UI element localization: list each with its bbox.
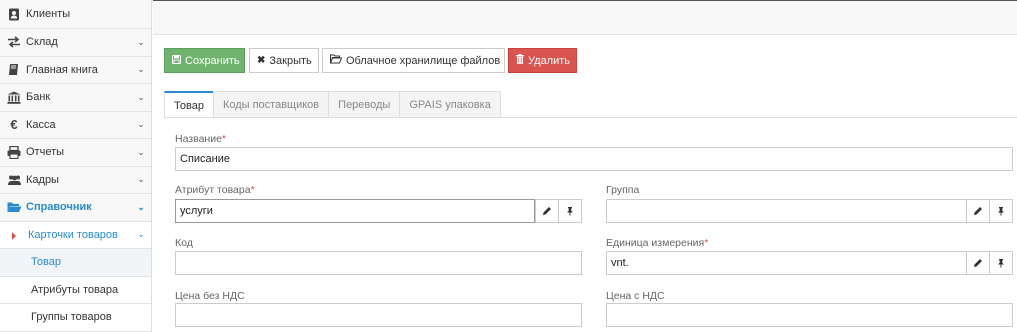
sidebar-item-label: Кадры [26, 173, 59, 186]
group-edit-button[interactable] [966, 199, 990, 223]
unit-pin-button[interactable] [989, 251, 1013, 275]
price-vat-input[interactable] [606, 303, 1013, 327]
sidebar-item-bank[interactable]: Банк ⌄ [0, 84, 151, 112]
folder-open-icon [6, 200, 22, 214]
pin-icon [567, 207, 573, 216]
sidebar-item-product[interactable]: Товар [0, 249, 151, 277]
sidebar-item-product-cards[interactable]: Карточки товаров ⌄ [0, 221, 151, 249]
book-icon [6, 63, 22, 77]
sidebar-item-clients[interactable]: Клиенты [0, 0, 151, 29]
group-pin-button[interactable] [989, 199, 1013, 223]
chevron-down-icon: ⌄ [137, 64, 145, 75]
code-input[interactable] [175, 251, 582, 275]
sidebar-item-directory[interactable]: Справочник ⌄ [0, 194, 151, 222]
pin-icon [998, 259, 1004, 268]
caret-right-icon [12, 231, 16, 240]
price-net-input[interactable] [175, 303, 582, 327]
sidebar-item-label: Склад [26, 36, 58, 49]
sidebar-item-label: Отчеты [26, 146, 65, 159]
attribute-edit-button[interactable] [535, 199, 559, 223]
tab-translations[interactable]: Переводы [328, 91, 401, 118]
attribute-label: Атрибут товара* [175, 184, 255, 196]
close-button-label: Закрыть [269, 54, 312, 67]
exchange-icon [6, 35, 22, 49]
sidebar-item-label: Банк [26, 91, 51, 104]
sidebar-item-label: Карточки товаров [28, 228, 118, 241]
unit-input[interactable]: vnt. [606, 251, 967, 275]
trash-icon [516, 54, 524, 67]
chevron-down-icon: ⌄ [137, 201, 145, 212]
chevron-down-icon: ⌄ [137, 36, 145, 47]
euro-icon: € [10, 117, 18, 133]
sidebar-item-ledger[interactable]: Главная книга ⌄ [0, 57, 151, 84]
name-input[interactable]: Списание [175, 147, 1013, 171]
delete-button[interactable]: Удалить [508, 48, 577, 73]
chevron-down-icon: ⌄ [137, 91, 145, 102]
bank-icon [6, 90, 22, 104]
pin-icon [998, 207, 1004, 216]
chevron-down-icon: ⌄ [137, 119, 145, 130]
close-button[interactable]: ✖ Закрыть [249, 48, 319, 73]
sidebar-item-label: Клиенты [26, 8, 71, 20]
delete-button-label: Удалить [528, 54, 570, 67]
printer-icon [6, 145, 22, 159]
sidebar-item-warehouse[interactable]: Склад ⌄ [0, 29, 151, 57]
code-label: Код [175, 237, 193, 249]
chevron-down-icon: ⌄ [137, 146, 145, 157]
cloud-storage-button-label: Облачное хранилище файлов [346, 54, 501, 67]
price-net-label: Цена без НДС [175, 290, 245, 302]
floppy-disk-icon [172, 54, 181, 67]
save-button[interactable]: Сохранить [164, 48, 245, 73]
chevron-down-icon: ⌄ [137, 229, 145, 240]
close-icon: ✖ [257, 55, 266, 66]
sidebar-item-label: Группы товаров [31, 311, 112, 324]
group-label: Группа [606, 184, 640, 196]
users-icon [6, 173, 22, 187]
sidebar-item-product-attributes[interactable]: Атрибуты товара [0, 276, 151, 304]
sidebar-item-label: Справочник [26, 201, 92, 214]
sidebar: Клиенты Склад ⌄ Главная книга ⌄ Банк ⌄ €… [0, 0, 152, 332]
pencil-icon [974, 259, 982, 267]
unit-input-value: vnt. [611, 257, 629, 269]
unit-edit-button[interactable] [966, 251, 990, 275]
address-book-icon [6, 7, 22, 21]
sidebar-item-label: Главная книга [26, 63, 98, 76]
top-bar [153, 0, 1017, 35]
unit-label: Единица измерения* [606, 237, 709, 249]
sidebar-item-product-groups[interactable]: Группы товаров [0, 304, 151, 332]
cloud-storage-button[interactable]: Облачное хранилище файлов [322, 48, 505, 73]
pencil-icon [543, 207, 551, 215]
tab-gpais-packaging[interactable]: GPAIS упаковка [399, 91, 501, 118]
name-input-value: Списание [180, 153, 230, 165]
attribute-input-value: услуги [180, 205, 213, 217]
group-input[interactable] [606, 199, 967, 223]
sidebar-item-hr[interactable]: Кадры ⌄ [0, 167, 151, 194]
chevron-down-icon: ⌄ [137, 174, 145, 185]
tab-product[interactable]: Товар [164, 91, 214, 118]
sidebar-item-label: Товар [31, 256, 61, 269]
price-vat-label: Цена с НДС [606, 290, 665, 302]
attribute-input[interactable]: услуги [175, 199, 535, 223]
save-button-label: Сохранить [185, 54, 240, 67]
sidebar-item-label: Атрибуты товара [31, 283, 119, 296]
sidebar-item-cash[interactable]: € Касса ⌄ [0, 112, 151, 139]
tabs: Товар Коды поставщиков Переводы GPAIS уп… [164, 91, 501, 118]
tab-supplier-codes[interactable]: Коды поставщиков [212, 91, 330, 118]
sidebar-item-label: Касса [26, 118, 56, 131]
sidebar-item-reports[interactable]: Отчеты ⌄ [0, 139, 151, 167]
tabs-divider [164, 117, 1017, 118]
name-label: Название* [175, 133, 227, 145]
pencil-icon [974, 207, 982, 215]
attribute-pin-button[interactable] [558, 199, 582, 223]
folder-open-icon [329, 54, 343, 67]
